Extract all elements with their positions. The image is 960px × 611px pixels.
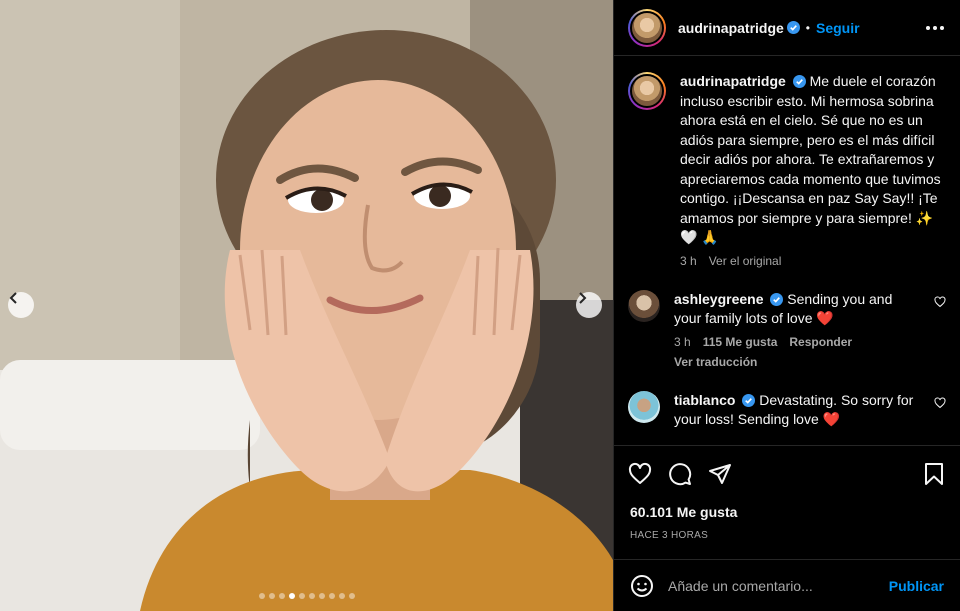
bookmark-icon: [925, 462, 943, 485]
save-button[interactable]: [922, 462, 946, 486]
carousel-dot: [308, 593, 315, 599]
comment-composer: Publicar: [614, 559, 960, 611]
carousel-dot: [318, 593, 325, 599]
see-translation-link[interactable]: Ver traducción: [674, 355, 920, 369]
comment-meta: 3 h 115 Me gusta Responder: [674, 335, 920, 349]
chevron-left-icon: [9, 292, 17, 304]
previous-slide-button[interactable]: [8, 292, 34, 318]
comment-like-heart-icon[interactable]: [934, 396, 946, 409]
follow-button[interactable]: Seguir: [816, 20, 860, 36]
caption-username[interactable]: audrinapatridge: [680, 73, 786, 89]
verified-badge-icon: [786, 21, 800, 34]
paper-plane-icon: [709, 463, 731, 484]
carousel-indicator: [0, 593, 613, 599]
action-bar: [614, 445, 960, 501]
next-slide-button[interactable]: [576, 292, 602, 318]
verified-badge-icon: [770, 292, 784, 306]
comment-item: tiablanco Devastating. So sorry for your…: [628, 390, 946, 430]
comment-input[interactable]: [668, 577, 875, 594]
verified-badge-icon: [742, 393, 756, 407]
comment-button[interactable]: [668, 462, 692, 486]
verified-badge-icon: [792, 75, 806, 88]
share-button[interactable]: [708, 462, 732, 486]
commenter-username[interactable]: ashleygreene: [674, 291, 764, 307]
likes-count[interactable]: 60.101 Me gusta: [614, 500, 960, 524]
comment-time[interactable]: 3 h: [674, 335, 691, 349]
caption-meta: 3 h Ver el original: [680, 254, 946, 268]
carousel-dot: [258, 593, 265, 599]
comments-list[interactable]: audrinapatridge Me duele el corazón incl…: [614, 56, 960, 445]
chevron-right-icon: [579, 292, 587, 304]
emoji-smiley-icon: [631, 574, 653, 597]
photo-illustration: [0, 0, 613, 611]
author-username[interactable]: audrinapatridge: [678, 20, 784, 36]
emoji-button[interactable]: [630, 574, 654, 598]
comment-item: ashleygreene Sending you and your family…: [628, 289, 946, 369]
author-avatar[interactable]: [628, 8, 666, 47]
more-dot-icon: [926, 25, 930, 30]
like-button[interactable]: [628, 462, 652, 486]
carousel-dot: [338, 593, 345, 599]
post-caption: audrinapatridge Me duele el corazón incl…: [628, 72, 946, 268]
caption-text: audrinapatridge Me duele el corazón incl…: [680, 72, 946, 248]
more-dot-icon: [933, 25, 937, 30]
author-avatar[interactable]: [628, 72, 666, 110]
carousel-dot: [328, 593, 335, 599]
post-photo[interactable]: [0, 0, 613, 611]
see-original-link[interactable]: Ver el original: [709, 254, 782, 268]
comment-like-heart-icon[interactable]: [934, 295, 946, 308]
commenter-avatar[interactable]: [628, 289, 660, 322]
carousel-dot: [348, 593, 355, 599]
caption-time[interactable]: 3 h: [680, 254, 697, 268]
reply-button[interactable]: Responder: [789, 335, 852, 349]
commenter-avatar[interactable]: [628, 390, 660, 423]
commenter-username[interactable]: tiablanco: [674, 392, 735, 408]
caption-body: Me duele el corazón incluso escribir est…: [680, 73, 941, 245]
speech-bubble-icon: [669, 462, 692, 485]
carousel-dot: [268, 593, 275, 599]
post-header: audrinapatridge • Seguir: [614, 0, 960, 56]
more-options-button[interactable]: [924, 20, 946, 36]
heart-icon: [628, 462, 652, 484]
comment-likes[interactable]: 115 Me gusta: [703, 335, 778, 349]
post-panel: audrinapatridge • Seguir audrinapatridge: [613, 0, 960, 611]
carousel-dot: [288, 593, 295, 599]
comment-text: ashleygreene Sending you and your family…: [674, 290, 920, 329]
separator-dot: •: [805, 20, 810, 35]
publish-button[interactable]: Publicar: [889, 578, 944, 594]
carousel-dot: [298, 593, 305, 599]
post-timestamp[interactable]: HACE 3 HORAS: [614, 530, 960, 541]
carousel-dot: [278, 593, 285, 599]
more-dot-icon: [940, 25, 944, 30]
comment-text: tiablanco Devastating. So sorry for your…: [674, 391, 920, 430]
